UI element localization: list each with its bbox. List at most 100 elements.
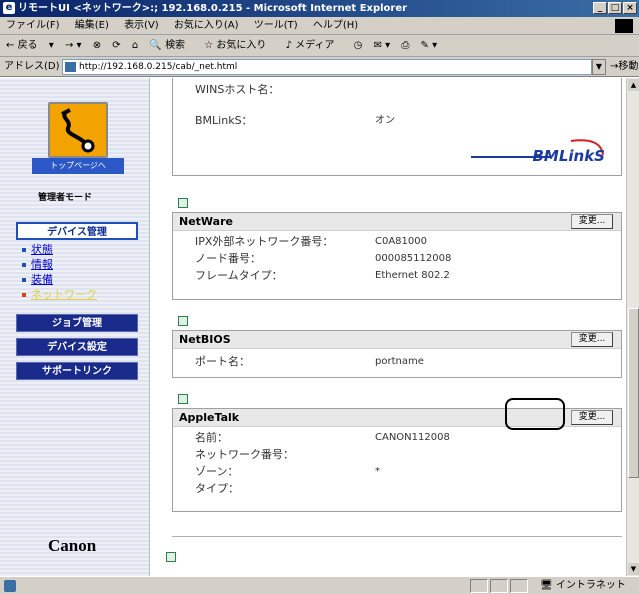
collapse-icon[interactable]: [178, 394, 188, 404]
address-bar: アドレス(D) http://192.168.0.215/cab/_net.ht…: [0, 57, 639, 77]
stop-icon[interactable]: ⊗: [93, 40, 101, 51]
window-controls: _ □ ×: [593, 2, 637, 14]
menu-file[interactable]: ファイル(F): [6, 20, 60, 31]
bmlinks-value: オン: [375, 115, 395, 126]
ie-icon: e: [3, 2, 15, 14]
name-value: CANON112008: [375, 432, 450, 443]
top-page-icon[interactable]: [48, 102, 108, 158]
menubar: ファイル(F) 編集(E) 表示(V) お気に入り(A) ツール(T) ヘルプ(…: [0, 17, 639, 35]
divider: [172, 536, 622, 537]
media-label: メディア: [295, 40, 335, 51]
print-icon[interactable]: ⎙: [401, 40, 409, 51]
toolbar: ← 戻る ▾ → ▾ ⊗ ⟳ ⌂ 🔍 検索 ☆ お気に入り ♪ メディア ◷ ✉…: [0, 35, 639, 57]
go-button[interactable]: →移動: [610, 57, 638, 77]
top-page-button[interactable]: トップページへ: [32, 158, 124, 174]
media-button[interactable]: ♪ メディア: [286, 40, 343, 51]
scroll-up-icon[interactable]: ▲: [628, 79, 639, 91]
frame-type-label: フレームタイプ：: [195, 269, 283, 282]
submenu-link-equipment[interactable]: 装備: [31, 273, 53, 286]
netware-section: NetWare 変更... IPX外部ネットワーク番号： C0A81000 ノー…: [172, 212, 622, 300]
callout-highlight: [505, 398, 565, 430]
statusbar: 🖥 イントラネット: [0, 576, 639, 594]
scroll-thumb[interactable]: [628, 308, 639, 478]
netware-change-button[interactable]: 変更...: [571, 214, 613, 229]
type-label: タイプ：: [195, 482, 239, 495]
collapse-icon[interactable]: [178, 316, 188, 326]
search-button[interactable]: 🔍 検索: [149, 40, 193, 51]
appletalk-change-button[interactable]: 変更...: [571, 410, 613, 425]
appletalk-title: AppleTalk: [179, 411, 240, 424]
port-name-value: portname: [375, 356, 424, 367]
collapse-icon[interactable]: [178, 198, 188, 208]
bullet-icon: [22, 293, 26, 297]
menu-favorites[interactable]: お気に入り(A): [174, 20, 239, 31]
bmlinks-row: BMLinkS： オン: [173, 112, 621, 129]
submenu-item-status[interactable]: 状態: [22, 244, 97, 256]
address-dropdown-button[interactable]: ▼: [592, 59, 606, 75]
network-number-label: ネットワーク番号：: [195, 448, 294, 461]
zone-value: *: [375, 466, 380, 477]
close-button[interactable]: ×: [623, 2, 637, 14]
security-zone-label: イントラネット: [555, 580, 626, 591]
status-cell: [510, 579, 528, 593]
submenu-item-equipment[interactable]: 装備: [22, 274, 97, 286]
tcpip-section: WINSホスト名： BMLinkS： オン BMLinkS: [172, 78, 622, 176]
address-label: アドレス(D): [4, 61, 60, 72]
bmlinks-logo: BMLinkS: [441, 137, 611, 167]
ipx-network-value: C0A81000: [375, 236, 427, 247]
menu-view[interactable]: 表示(V): [124, 20, 159, 31]
submenu-link-network[interactable]: ネットワーク: [31, 288, 97, 301]
search-label: 検索: [165, 40, 186, 51]
mail-icon[interactable]: ✉ ▾: [374, 40, 391, 51]
maximize-button[interactable]: □: [608, 2, 622, 14]
page-viewport: トップページへ 管理者モード デバイス管理 状態 情報 装備 ネットワーク ジョ…: [0, 78, 626, 576]
vertical-scrollbar[interactable]: ▲ ▼: [626, 78, 639, 576]
main-panel: WINSホスト名： BMLinkS： オン BMLinkS NetWare 変更…: [160, 78, 626, 576]
zone-label: ゾーン：: [195, 465, 239, 478]
menu-help[interactable]: ヘルプ(H): [313, 20, 358, 31]
submenu-link-info[interactable]: 情報: [31, 258, 53, 271]
node-number-label: ノード番号：: [195, 252, 261, 265]
name-label: 名前：: [195, 431, 228, 444]
edit-icon[interactable]: ✎ ▾: [421, 40, 438, 51]
job-management-button[interactable]: ジョブ管理: [16, 314, 138, 332]
favorites-label: お気に入り: [216, 40, 267, 51]
port-name-label: ポート名：: [195, 355, 250, 368]
window-titlebar: e リモートUI <ネットワーク>:; 192.168.0.215 - Micr…: [0, 0, 639, 17]
netbios-header: NetBIOS 変更...: [173, 331, 621, 349]
netbios-change-button[interactable]: 変更...: [571, 332, 613, 347]
appletalk-row: ゾーン： *: [173, 463, 621, 480]
support-link-button[interactable]: サポートリンク: [16, 362, 138, 380]
menu-tools[interactable]: ツール(T): [254, 20, 298, 31]
forward-button[interactable]: → ▾: [65, 40, 82, 51]
windows-logo-icon: [615, 19, 633, 33]
history-icon[interactable]: ◷: [354, 40, 363, 51]
appletalk-row: タイプ：: [173, 480, 621, 497]
status-cells: [470, 579, 528, 593]
menu-edit[interactable]: 編集(E): [75, 20, 109, 31]
submenu-link-status[interactable]: 状態: [31, 243, 53, 256]
netware-title: NetWare: [179, 215, 233, 228]
scroll-down-icon[interactable]: ▼: [628, 563, 639, 575]
address-input[interactable]: http://192.168.0.215/cab/_net.html: [62, 59, 592, 75]
refresh-icon[interactable]: ⟳: [112, 40, 120, 51]
wins-row: WINSホスト名：: [173, 81, 621, 98]
device-management-button[interactable]: デバイス管理: [16, 222, 138, 240]
node-number-value: 000085112008: [375, 253, 452, 264]
submenu-item-info[interactable]: 情報: [22, 259, 97, 271]
minimize-button[interactable]: _: [593, 2, 607, 14]
bullet-icon: [22, 248, 26, 252]
device-settings-button[interactable]: デバイス設定: [16, 338, 138, 356]
netware-row: IPX外部ネットワーク番号： C0A81000: [173, 233, 621, 250]
address-url: http://192.168.0.215/cab/_net.html: [79, 62, 238, 72]
netbios-section: NetBIOS 変更... ポート名： portname: [172, 330, 622, 378]
collapse-icon[interactable]: [166, 552, 176, 562]
bullet-icon: [22, 263, 26, 267]
page-status-icon: [4, 580, 16, 592]
canon-logo: Canon: [48, 536, 97, 555]
wins-label: WINSホスト名：: [195, 83, 280, 96]
submenu-item-network[interactable]: ネットワーク: [22, 289, 97, 301]
home-icon[interactable]: ⌂: [132, 40, 138, 51]
back-button[interactable]: ← 戻る ▾: [6, 40, 54, 51]
favorites-button[interactable]: ☆ お気に入り: [204, 40, 274, 51]
